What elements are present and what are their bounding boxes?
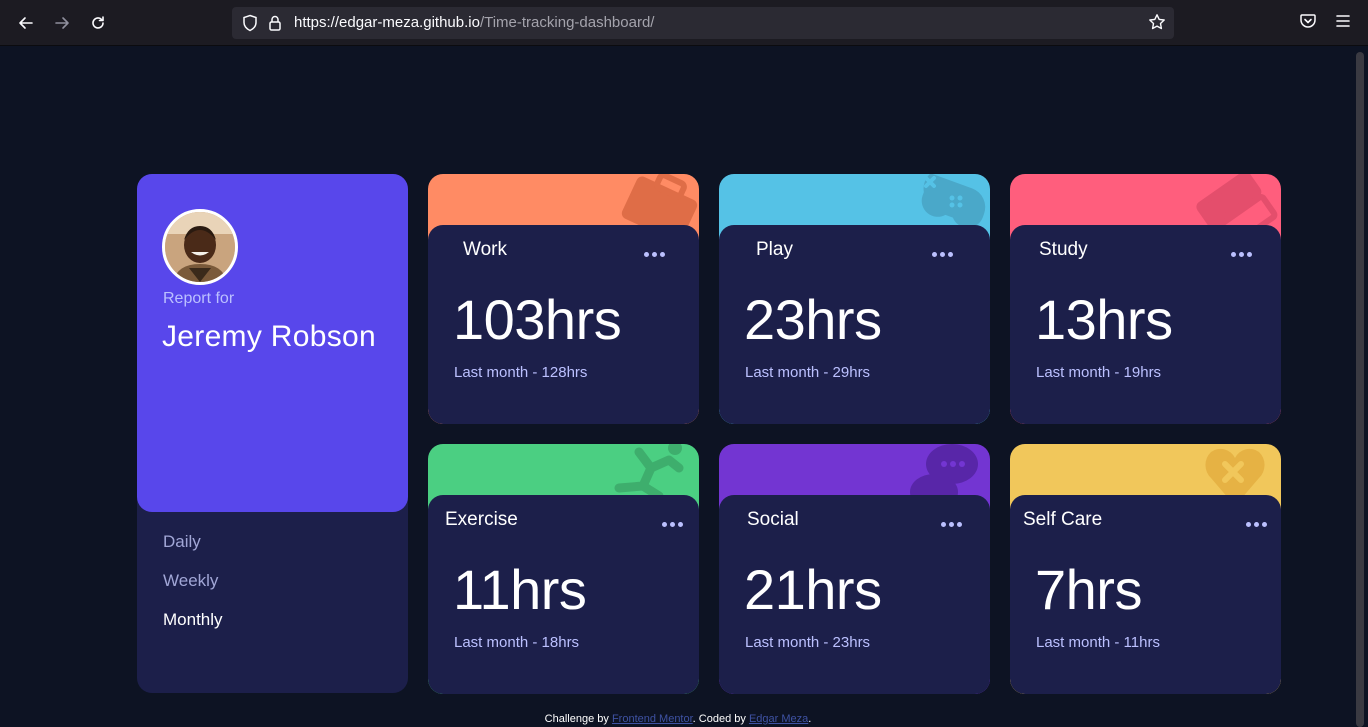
menu-hamburger-icon[interactable] <box>1335 12 1351 30</box>
user-avatar-photo <box>165 212 235 282</box>
url-path: /Time-tracking-dashboard/ <box>479 14 655 31</box>
profile-header: Report for Jeremy Robson <box>137 174 408 512</box>
activity-card-body: Work 103hrs Last month - 128hrs <box>428 225 699 424</box>
profile-card: Report for Jeremy Robson Daily Weekly Mo… <box>137 174 408 693</box>
footer-suffix: . <box>808 713 812 725</box>
lock-icon[interactable] <box>268 14 282 32</box>
activity-title: Play <box>756 239 793 260</box>
more-options-button[interactable] <box>1242 515 1270 533</box>
activity-current-hours: 11hrs <box>453 558 587 621</box>
more-options-button[interactable] <box>928 245 956 263</box>
frontend-mentor-link[interactable]: Frontend Mentor <box>612 713 693 725</box>
activity-card-body: Play 23hrs Last month - 29hrs <box>719 225 990 424</box>
activity-card-exercise: Exercise 11hrs Last month - 18hrs <box>428 444 699 694</box>
activity-card-social: Social 21hrs Last month - 23hrs <box>719 444 990 694</box>
activity-current-hours: 21hrs <box>744 558 882 621</box>
activity-card-study: Study 13hrs Last month - 19hrs <box>1010 174 1281 424</box>
author-link[interactable]: Edgar Meza <box>749 713 808 725</box>
shield-icon[interactable] <box>242 14 258 32</box>
activity-card-self-care: Self Care 7hrs Last month - 11hrs <box>1010 444 1281 694</box>
activity-previous-hours: Last month - 23hrs <box>745 634 871 651</box>
back-button[interactable] <box>12 9 40 37</box>
attribution-footer: Challenge by Frontend Mentor. Coded by E… <box>0 713 1356 725</box>
url-host: https://edgar-meza.github.io <box>294 14 480 31</box>
activity-title: Self Care <box>1023 509 1103 530</box>
activity-current-hours: 7hrs <box>1035 558 1142 621</box>
activity-current-hours: 13hrs <box>1035 288 1173 351</box>
activity-title: Study <box>1039 239 1088 260</box>
activity-previous-hours: Last month - 29hrs <box>745 364 871 381</box>
reload-button[interactable] <box>84 9 112 37</box>
user-name: Jeremy Robson <box>162 320 376 353</box>
activity-current-hours: 23hrs <box>744 288 882 351</box>
url-text[interactable]: https://edgar-meza.github.io/Time-tracki… <box>294 14 654 31</box>
footer-middle: . Coded by <box>692 713 746 725</box>
browser-toolbar: https://edgar-meza.github.io/Time-tracki… <box>0 0 1368 46</box>
report-for-label: Report for <box>163 290 235 307</box>
forward-arrow-icon <box>55 17 69 29</box>
activity-title: Exercise <box>445 509 518 530</box>
activity-title: Work <box>463 239 507 260</box>
reload-icon <box>92 16 104 29</box>
activity-card-body: Social 21hrs Last month - 23hrs <box>719 495 990 694</box>
activity-previous-hours: Last month - 18hrs <box>454 634 580 651</box>
bookmark-star-icon[interactable] <box>1148 13 1166 31</box>
period-weekly-button[interactable]: Weekly <box>163 571 218 591</box>
forward-button[interactable] <box>48 9 76 37</box>
activity-title: Social <box>747 509 799 530</box>
activity-current-hours: 103hrs <box>453 288 622 351</box>
more-options-button[interactable] <box>937 515 965 533</box>
period-monthly-button[interactable]: Monthly <box>163 610 223 630</box>
activity-card-play: Play 23hrs Last month - 29hrs <box>719 174 990 424</box>
activity-previous-hours: Last month - 128hrs <box>454 364 588 381</box>
page-scrollbar[interactable] <box>1356 52 1364 727</box>
activity-card-work: Work 103hrs Last month - 128hrs <box>428 174 699 424</box>
period-daily-button[interactable]: Daily <box>163 532 201 552</box>
activity-card-body: Self Care 7hrs Last month - 11hrs <box>1010 495 1281 694</box>
activity-card-body: Exercise 11hrs Last month - 18hrs <box>428 495 699 694</box>
more-options-button[interactable] <box>658 515 686 533</box>
pocket-icon[interactable] <box>1299 12 1317 30</box>
address-bar[interactable]: https://edgar-meza.github.io/Time-tracki… <box>232 7 1174 39</box>
more-options-button[interactable] <box>640 245 668 263</box>
activity-card-body: Study 13hrs Last month - 19hrs <box>1010 225 1281 424</box>
more-options-button[interactable] <box>1227 245 1255 263</box>
back-arrow-icon <box>19 17 33 29</box>
footer-prefix: Challenge by <box>544 713 609 725</box>
activity-previous-hours: Last month - 19hrs <box>1036 364 1162 381</box>
activity-previous-hours: Last month - 11hrs <box>1036 634 1160 651</box>
avatar <box>162 209 238 285</box>
